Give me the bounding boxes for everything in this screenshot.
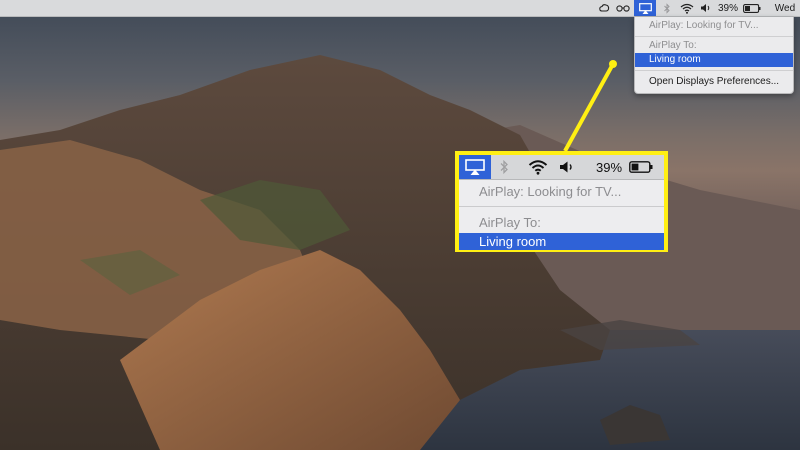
airplay-dropdown-menu: AirPlay: Looking for TV... AirPlay To: L… — [634, 17, 794, 94]
zoom-callout: 39% AirPlay: Looking for TV... AirPlay T… — [455, 151, 668, 252]
creative-cloud-icon[interactable] — [596, 0, 612, 16]
bluetooth-icon[interactable] — [660, 0, 674, 16]
battery-icon — [627, 155, 655, 179]
menu-separator — [459, 206, 664, 207]
volume-icon — [557, 155, 577, 179]
glasses-icon[interactable] — [614, 0, 632, 16]
wifi-icon — [525, 155, 551, 179]
callout-menu-bar: 39% — [459, 155, 664, 180]
airplay-menu-button[interactable] — [634, 0, 656, 16]
bluetooth-icon — [495, 155, 513, 179]
battery-icon[interactable] — [742, 0, 762, 16]
volume-icon[interactable] — [698, 0, 712, 16]
menu-separator — [635, 70, 793, 71]
menu-item-open-displays-preferences[interactable]: Open Displays Preferences... — [635, 75, 793, 89]
wifi-icon[interactable] — [678, 0, 696, 16]
callout-airplay-button — [459, 155, 491, 179]
menu-bar: 39% Wed — [0, 0, 800, 17]
airplay-icon — [465, 159, 485, 175]
callout-airplay-status: AirPlay: Looking for TV... — [479, 184, 622, 199]
airplay-icon — [638, 2, 652, 14]
menu-item-living-room[interactable]: Living room — [635, 53, 793, 67]
menubar-clock[interactable]: Wed — [772, 0, 798, 16]
airplay-to-header: AirPlay To: — [649, 40, 697, 51]
airplay-status: AirPlay: Looking for TV... — [649, 20, 759, 31]
callout-airplay-to-header: AirPlay To: — [479, 215, 541, 230]
menu-separator — [635, 36, 793, 37]
battery-percent[interactable]: 39% — [716, 0, 740, 16]
callout-living-room: Living room — [459, 233, 664, 250]
callout-battery-percent: 39% — [595, 159, 623, 175]
